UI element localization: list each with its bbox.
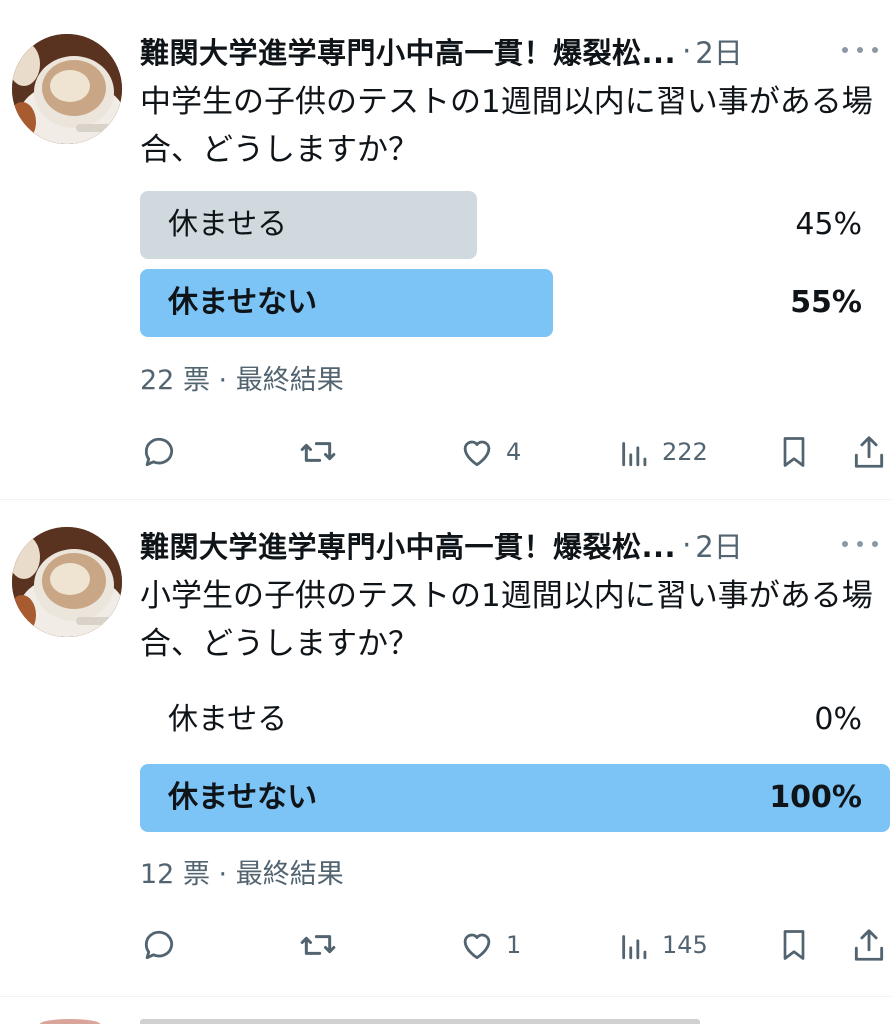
views-icon: [622, 442, 647, 467]
timestamp[interactable]: 2日: [695, 524, 742, 566]
poll-meta: 22 票 · 最終結果: [140, 358, 344, 397]
reply-icon: [144, 437, 174, 467]
share-icon: [854, 436, 884, 468]
tweet-text: 中学生の子供のテストの1週間以内に習い事がある場合、どうしますか？: [140, 84, 873, 168]
tweet-header: 難関大学進学専門小中高一貫！爆裂松... · 2日: [140, 28, 880, 74]
author-name[interactable]: 難関大学進学専門小中高一貫！爆裂松...: [140, 30, 676, 72]
author-name[interactable]: 難関大学進学専門小中高一貫！爆裂松...: [140, 524, 676, 566]
retweet-icon: [300, 442, 336, 462]
like-icon: [463, 933, 491, 960]
action-bar: 4 222: [140, 427, 891, 477]
poll-option-label: 休ませる: [168, 702, 288, 737]
next-tweet-peek: [0, 997, 891, 1024]
poll-option-percent: 0%: [814, 702, 862, 737]
reply-button[interactable]: [140, 920, 188, 970]
tweet-text: 小学生の子供のテストの1週間以内に習い事がある場合、どうしますか？: [140, 578, 873, 662]
bookmark-button[interactable]: [776, 427, 812, 477]
like-button[interactable]: 1: [458, 920, 521, 970]
like-icon: [463, 440, 491, 467]
author-name-peek: [140, 1019, 700, 1024]
like-count: 4: [506, 438, 522, 466]
poll-option: 休ませない 100%: [140, 764, 890, 832]
poll-option-percent: 55%: [790, 285, 862, 320]
views-count: 222: [662, 438, 708, 466]
tweet[interactable]: 難関大学進学専門小中高一貫！爆裂松... · 2日 中学生の子供のテストの1週間…: [0, 0, 891, 500]
tweet-header: 難関大学進学専門小中高一貫！爆裂松... · 2日: [140, 522, 880, 568]
header-separator: ·: [682, 528, 692, 562]
views-count: 145: [662, 931, 708, 959]
avatar[interactable]: [12, 34, 122, 144]
poll-status: 最終結果: [235, 365, 344, 396]
poll-option-percent: 100%: [769, 780, 862, 815]
avatar-image: [12, 34, 122, 144]
poll-meta-separator: ·: [209, 365, 236, 396]
retweet-button[interactable]: [298, 920, 348, 970]
poll-option-label: 休ませる: [168, 207, 288, 242]
header-separator: ·: [682, 34, 692, 68]
more-icon[interactable]: [842, 532, 878, 556]
views-button[interactable]: 145: [618, 920, 708, 970]
views-button[interactable]: 222: [618, 427, 708, 477]
like-button[interactable]: 4: [458, 427, 521, 477]
share-button[interactable]: [850, 920, 888, 970]
avatar: [40, 1019, 100, 1024]
poll-option: 休ませる 0%: [140, 686, 890, 754]
reply-button[interactable]: [140, 427, 188, 477]
retweet-icon: [300, 935, 336, 955]
poll-meta-separator: ·: [209, 859, 236, 890]
poll-votes: 12 票: [140, 859, 210, 890]
poll-option: 休ませる 45%: [140, 191, 890, 259]
poll-option-percent: 45%: [795, 207, 862, 242]
like-count: 1: [506, 931, 522, 959]
poll-option: 休ませない 55%: [140, 269, 890, 337]
poll-status: 最終結果: [235, 859, 344, 890]
bookmark-icon: [783, 437, 805, 467]
action-bar: 1 145: [140, 920, 891, 970]
poll-votes: 22 票: [140, 365, 210, 396]
more-icon[interactable]: [842, 38, 878, 62]
avatar[interactable]: [12, 527, 122, 637]
timestamp[interactable]: 2日: [695, 30, 742, 72]
bookmark-button[interactable]: [776, 920, 812, 970]
timeline: 難関大学進学専門小中高一貫！爆裂松... · 2日 中学生の子供のテストの1週間…: [0, 0, 891, 1024]
share-icon: [854, 929, 884, 961]
reply-icon: [144, 930, 174, 960]
views-icon: [622, 935, 647, 960]
poll-meta: 12 票 · 最終結果: [140, 852, 344, 891]
retweet-button[interactable]: [298, 427, 348, 477]
bookmark-icon: [783, 930, 805, 960]
avatar-image: [12, 527, 122, 637]
tweet[interactable]: 難関大学進学専門小中高一貫！爆裂松... · 2日 小学生の子供のテストの1週間…: [0, 500, 891, 997]
share-button[interactable]: [850, 427, 888, 477]
poll-option-label: 休ませない: [168, 285, 318, 320]
poll-option-label: 休ませない: [168, 780, 318, 815]
